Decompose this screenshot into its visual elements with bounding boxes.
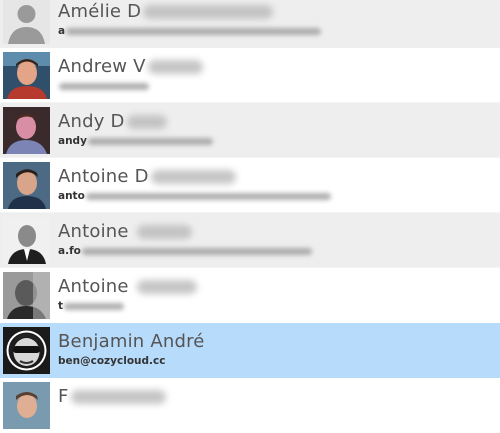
avatar [3, 107, 50, 154]
contact-email [58, 80, 149, 92]
contact-row[interactable]: Antoine t [0, 268, 500, 323]
default-avatar-icon [3, 0, 50, 44]
contact-row[interactable]: Andy D andy [0, 103, 500, 158]
contact-name: Antoine [58, 221, 192, 242]
contact-list: Amélie D a Andrew V Andy D andy Antoine … [0, 0, 500, 433]
contact-email: ben@cozycloud.cc [58, 355, 166, 367]
contact-email: t [58, 300, 125, 312]
contact-name: Amélie D [58, 1, 274, 22]
avatar [3, 272, 50, 319]
avatar [3, 52, 50, 99]
contact-row[interactable]: F [0, 378, 500, 433]
avatar [3, 217, 50, 264]
contact-name: Antoine D [58, 166, 236, 187]
contact-name: Benjamin André [58, 331, 205, 352]
contact-row[interactable]: Antoine a.fo [0, 213, 500, 268]
contact-name: Andrew V [58, 56, 203, 77]
contact-row[interactable]: Andrew V [0, 48, 500, 103]
contact-row-selected[interactable]: Benjamin André ben@cozycloud.cc [0, 323, 500, 378]
contact-row[interactable]: Amélie D a [0, 0, 500, 48]
contact-name: Antoine [58, 276, 197, 297]
contact-row[interactable]: Antoine D anto [0, 158, 500, 213]
contact-email: a [58, 25, 322, 37]
contact-email: andy [58, 135, 213, 147]
contact-email: anto [58, 190, 331, 202]
avatar [3, 382, 50, 429]
contact-name: Andy D [58, 111, 167, 132]
contact-name: F [58, 386, 166, 407]
contact-email: a.fo [58, 245, 312, 257]
avatar [3, 162, 50, 209]
avatar [3, 327, 50, 374]
